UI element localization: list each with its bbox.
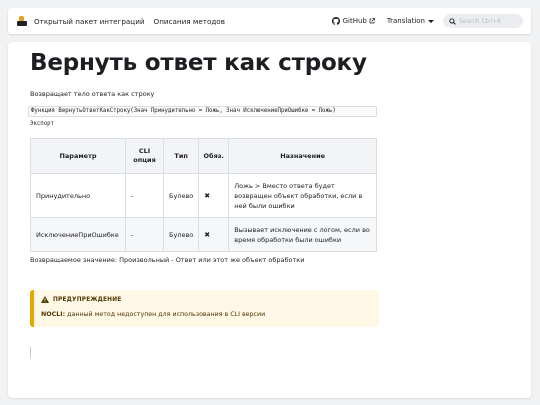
cell-required: ✖ — [198, 173, 230, 218]
header-cli: CLI опция — [125, 138, 164, 174]
table-row: Принудительно - Булево ✖ Ложь > Вместо о… — [30, 173, 377, 218]
chevron-down-icon — [428, 19, 434, 23]
warning-icon — [41, 296, 49, 303]
return-value: Возвращаемое значение: Произвольный - От… — [30, 256, 305, 264]
cell-param: ИсключениеПриОшибке — [30, 217, 126, 252]
cell-cli: - — [125, 217, 164, 252]
header-type: Тип — [162, 138, 200, 174]
warning-label: NOCLI: — [41, 311, 66, 318]
navbar: Открытый пакет интеграций Описания метод… — [8, 8, 531, 34]
cell-required: ✖ — [198, 217, 230, 252]
search-input[interactable] — [459, 17, 519, 25]
cell-type: Булево — [162, 173, 200, 218]
external-link-icon — [369, 18, 375, 24]
cell-cli: - — [125, 173, 164, 218]
github-link[interactable]: GitHub — [331, 17, 378, 25]
table-row: ИсключениеПриОшибке - Булево ✖ Вызывает … — [30, 217, 377, 252]
table-header-row: Параметр CLI опция Тип Обяз. Назначение — [30, 138, 377, 174]
nav-link-integrations[interactable]: Открытый пакет интеграций — [34, 17, 145, 26]
header-purpose: Назначение — [228, 138, 377, 174]
method-signature: Функция ВернутьОтветКакСтроку(Знач Прину… — [28, 106, 377, 117]
warning-body: NOCLI: данный метод недоступен для испол… — [41, 311, 265, 318]
github-label: GitHub — [342, 17, 367, 25]
search-icon — [449, 17, 456, 25]
translation-dropdown[interactable]: Translation — [387, 17, 434, 25]
page-title: Вернуть ответ как строку — [30, 50, 367, 76]
warning-title: ПРЕДУПРЕЖДЕНИЕ — [53, 296, 122, 303]
text-cursor — [30, 347, 31, 358]
nav-link-methods[interactable]: Описания методов — [154, 17, 225, 26]
cell-param: Принудительно — [30, 173, 126, 218]
header-required: Обяз. — [198, 138, 230, 174]
warning-admonition: ПРЕДУПРЕЖДЕНИЕ NOCLI: данный метод недос… — [30, 290, 379, 327]
warning-text: данный метод недоступен для использовани… — [65, 311, 266, 318]
github-icon — [331, 17, 340, 25]
parameters-table: Параметр CLI опция Тип Обяз. Назначение … — [30, 138, 377, 252]
translation-label: Translation — [386, 17, 425, 25]
header-param: Параметр — [30, 138, 126, 174]
warning-heading: ПРЕДУПРЕЖДЕНИЕ — [41, 296, 121, 303]
header-cli-label: CLI опция — [133, 147, 156, 164]
export-label: Экспорт — [30, 121, 54, 127]
method-description: Возвращает тело ответа как строку — [30, 90, 155, 98]
content-card: Вернуть ответ как строку Возвращает тело… — [8, 42, 531, 398]
cell-purpose: Ложь > Вместо ответа будет возвращен объ… — [228, 173, 377, 218]
search-box[interactable] — [443, 14, 523, 28]
cell-type: Булево — [162, 217, 200, 252]
logo-icon[interactable] — [17, 15, 28, 27]
cell-purpose: Вызывает исключение с логом, если во вре… — [228, 217, 377, 252]
